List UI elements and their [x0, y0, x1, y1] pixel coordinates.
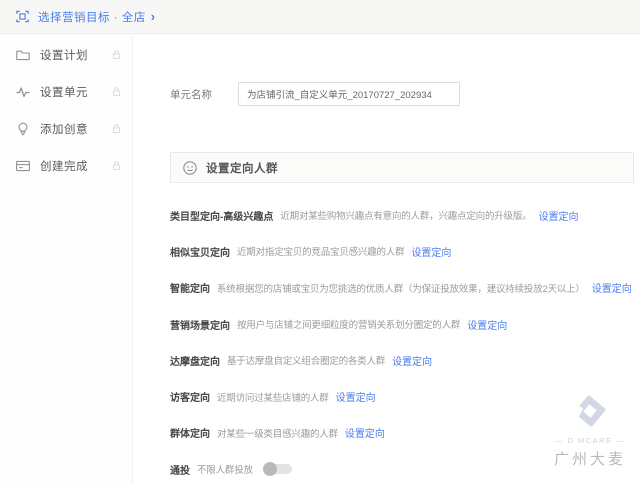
sidebar-item[interactable]: 设置计划 [0, 36, 132, 73]
audience-toggle-off[interactable] [264, 464, 292, 474]
sidebar-item-label: 创建完成 [40, 158, 111, 174]
targeting-desc: 对某些一级类目感兴趣的人群 [217, 426, 338, 440]
set-targeting-link[interactable]: 设置定向 [392, 353, 432, 368]
targeting-name: 营销场景定向 [170, 317, 230, 332]
set-targeting-link[interactable]: 设置定向 [411, 244, 451, 259]
set-targeting-link[interactable]: 设置定向 [592, 280, 632, 295]
sidebar: 设置计划 设置单元 添加创意 [0, 35, 133, 485]
lock-icon [111, 160, 122, 171]
targeting-row: 智能定向 系统根据您的店铺或宝贝为您挑选的优质人群（为保证投放效果，建议持续投放… [170, 270, 638, 306]
lock-icon [111, 86, 122, 97]
watermark: — D MCARE — 广州大麦 [554, 388, 626, 469]
watermark-line: — D MCARE — [554, 436, 626, 445]
unit-name-input[interactable] [238, 82, 460, 106]
set-targeting-link[interactable]: 设置定向 [538, 208, 578, 223]
card-icon [15, 158, 31, 174]
targeting-desc: 不限人群投放 [197, 462, 253, 476]
audience-icon [182, 160, 198, 176]
targeting-desc: 近期对某些购物兴趣点有意向的人群，兴趣点定向的升级版。 [280, 208, 531, 222]
bulb-icon [15, 121, 31, 137]
sidebar-item-label: 添加创意 [40, 121, 111, 137]
targeting-name: 访客定向 [170, 389, 210, 404]
dmcare-logo-icon [567, 388, 613, 434]
sidebar-item[interactable]: 创建完成 [0, 147, 132, 184]
targeting-name: 类目型定向-高级兴趣点 [170, 208, 273, 223]
selected-marketing-goal[interactable]: 选择营销目标 · 全店 [38, 9, 146, 25]
targeting-desc: 近期访问过某些店铺的人群 [217, 390, 329, 404]
targeting-row: 营销场景定向 按用户与店铺之间更细粒度的营销关系划分圈定的人群 设置定向 [170, 306, 638, 342]
set-targeting-link[interactable]: 设置定向 [467, 317, 507, 332]
sidebar-item-label: 设置计划 [40, 47, 111, 63]
set-targeting-link[interactable]: 设置定向 [345, 425, 385, 440]
targeting-name: 达摩盘定向 [170, 353, 220, 368]
targeting-row: 相似宝贝定向 近期对指定宝贝的竞品宝贝感兴趣的人群 设置定向 [170, 233, 638, 269]
targeting-row: 达摩盘定向 基于达摩盘自定义组合圈定的各类人群 设置定向 [170, 342, 638, 378]
sidebar-item-label: 设置单元 [40, 84, 111, 100]
targeting-name: 相似宝贝定向 [170, 244, 230, 259]
folder-icon [15, 47, 31, 63]
targeting-name: 群体定向 [170, 425, 210, 440]
toggle-knob [263, 462, 277, 476]
targeting-desc: 近期对指定宝贝的竞品宝贝感兴趣的人群 [237, 244, 404, 258]
lock-icon [111, 123, 122, 134]
targeting-name: 智能定向 [170, 280, 210, 295]
unit-name-row: 单元名称 [170, 82, 460, 106]
targeting-desc: 系统根据您的店铺或宝贝为您挑选的优质人群（为保证投放效果，建议持续投放2天以上） [217, 281, 585, 295]
chevron-right-icon[interactable]: › [151, 10, 155, 23]
pulse-icon [15, 84, 31, 100]
unit-name-label: 单元名称 [170, 87, 212, 102]
section-title: 设置定向人群 [206, 160, 278, 176]
watermark-brand: 广州大麦 [554, 448, 626, 469]
targeting-desc: 按用户与店铺之间更细粒度的营销关系划分圈定的人群 [237, 317, 460, 331]
marketing-goal-icon [15, 9, 30, 24]
targeting-row: 类目型定向-高级兴趣点 近期对某些购物兴趣点有意向的人群，兴趣点定向的升级版。 … [170, 197, 638, 233]
topbar: 选择营销目标 · 全店 › [0, 0, 640, 34]
sidebar-item[interactable]: 设置单元 [0, 73, 132, 110]
targeting-name: 通投 [170, 462, 190, 477]
sidebar-item[interactable]: 添加创意 [0, 110, 132, 147]
page: 选择营销目标 · 全店 › 设置计划 设置单元 [0, 0, 640, 485]
targeting-section-header: 设置定向人群 [170, 152, 634, 183]
set-targeting-link[interactable]: 设置定向 [336, 389, 376, 404]
lock-icon [111, 49, 122, 60]
targeting-desc: 基于达摩盘自定义组合圈定的各类人群 [227, 353, 385, 367]
